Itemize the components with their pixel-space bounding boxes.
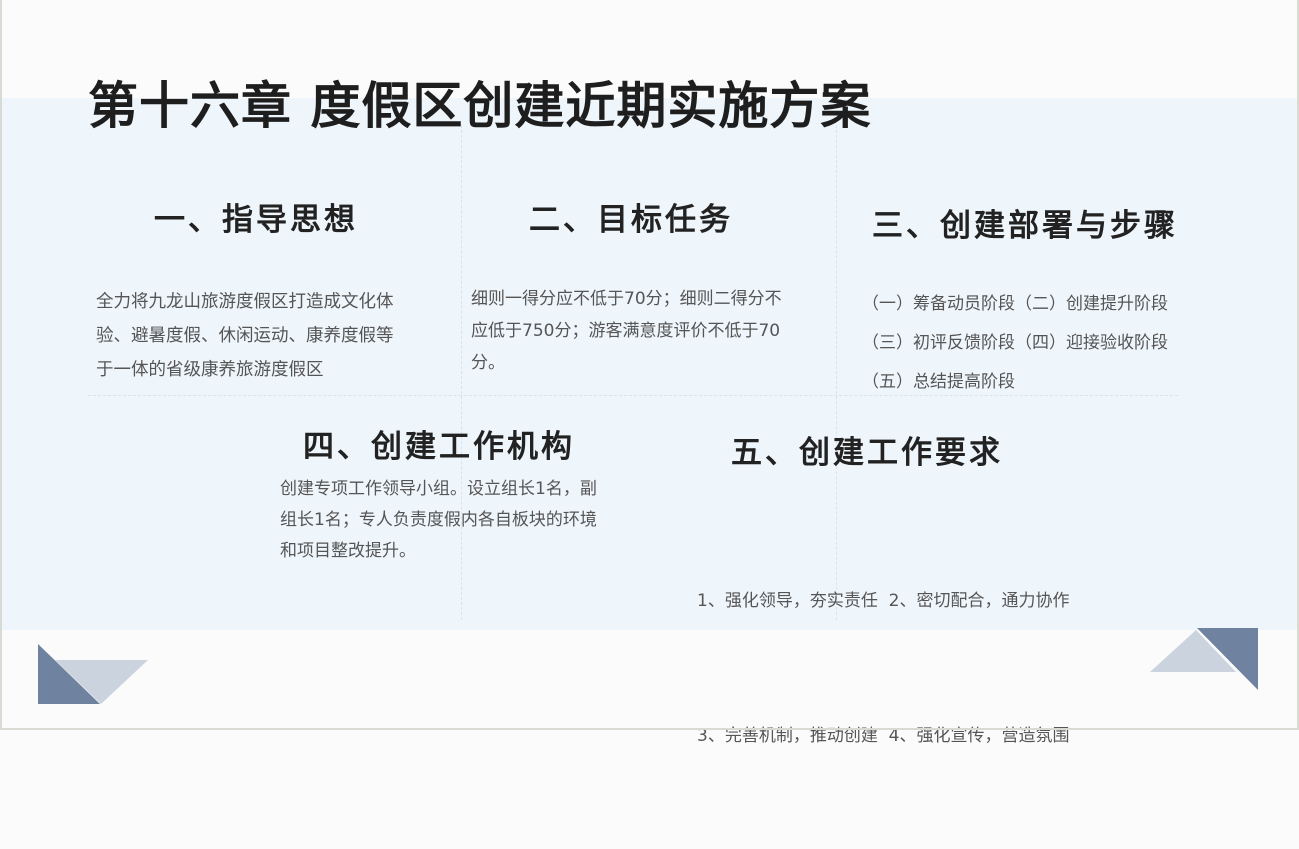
decorative-triangles [38,628,1258,704]
slide: 第十六章 度假区创建近期实施方案 一、指导思想 全力将九龙山旅游度假区打造成文化… [0,0,1299,746]
slide-border [0,0,2,730]
